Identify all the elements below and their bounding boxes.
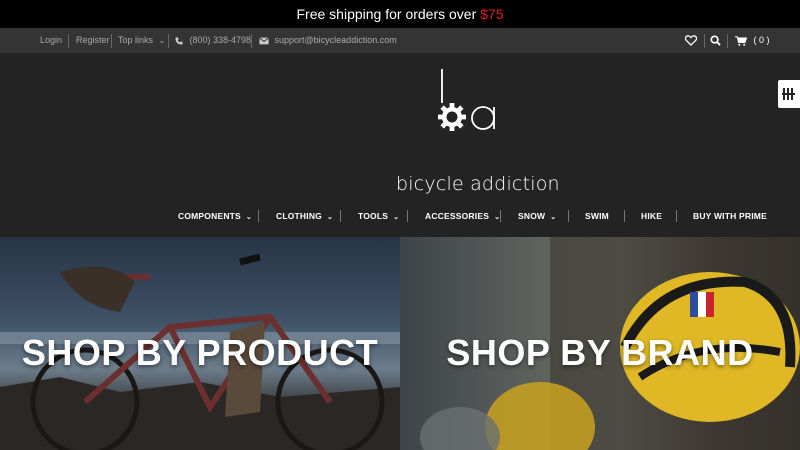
nav-label: HIKE	[641, 211, 663, 221]
chevron-down-icon: ⌄	[550, 214, 557, 221]
nav-label: TOOLS	[358, 211, 389, 221]
divider	[68, 34, 69, 48]
barcode-icon	[782, 88, 795, 100]
nav-label: CLOTHING	[276, 211, 322, 221]
phone-icon	[175, 37, 183, 45]
nav-label: BUY WITH PRIME	[693, 211, 767, 221]
chevron-down-icon: ⌄	[158, 36, 166, 45]
top-links-label: Top links	[118, 35, 154, 45]
nav-item-swim[interactable]: SWIM	[585, 205, 609, 227]
email-link[interactable]: support@bicycleaddiction.com	[259, 28, 397, 53]
main-nav: COMPONENTS ⌄ CLOTHING ⌄ TOOLS ⌄ ACCESSORIES…	[0, 205, 800, 227]
nav-divider	[624, 210, 625, 222]
phone-link[interactable]: (800) 338-4798	[175, 28, 251, 53]
divider	[168, 34, 169, 48]
heart-icon	[684, 35, 698, 47]
shop-by-brand-banner[interactable]: SHOP BY BRAND	[400, 237, 800, 450]
nav-divider	[258, 210, 259, 222]
nav-divider	[340, 210, 341, 222]
shop-by-brand-title[interactable]: SHOP BY BRAND	[400, 332, 800, 374]
nav-item-components[interactable]: COMPONENTS ⌄	[178, 205, 252, 227]
top-links-dropdown[interactable]: Top links ⌄	[118, 28, 165, 53]
cart-count: ( 0 )	[753, 35, 770, 45]
nav-divider	[407, 210, 408, 222]
nav-item-snow[interactable]: SNOW ⌄	[518, 205, 556, 227]
promo-text: Free shipping for orders over	[296, 6, 481, 22]
promo-price: $75	[480, 6, 504, 22]
chevron-down-icon: ⌄	[326, 214, 334, 221]
nav-item-accessories[interactable]: ACCESSORIES ⌄	[425, 205, 500, 227]
divider	[727, 34, 728, 48]
email-address: support@bicycleaddiction.com	[274, 35, 397, 45]
shop-by-product-title[interactable]: SHOP BY PRODUCT	[0, 332, 400, 374]
search-button[interactable]	[710, 28, 721, 53]
nav-divider	[500, 210, 501, 222]
divider	[704, 34, 705, 48]
utility-bar: Login Register Top links ⌄ (800) 338-479…	[0, 28, 800, 53]
nav-divider	[676, 210, 677, 222]
chevron-down-icon: ⌄	[393, 214, 400, 221]
nav-item-hike[interactable]: HIKE	[641, 205, 662, 227]
nav-label: SWIM	[585, 211, 609, 221]
nav-item-tools[interactable]: TOOLS ⌄	[358, 205, 399, 227]
cart-button[interactable]: ( 0 )	[735, 28, 770, 53]
login-link[interactable]: Login	[40, 28, 62, 53]
chevron-down-icon: ⌄	[245, 214, 252, 221]
divider	[251, 34, 252, 48]
register-link[interactable]: Register	[76, 28, 110, 53]
phone-number: (800) 338-4798	[189, 35, 252, 45]
nav-label: SNOW	[518, 211, 546, 221]
nav-divider	[568, 210, 569, 222]
envelope-icon	[259, 37, 269, 44]
cart-icon	[735, 35, 748, 46]
divider	[111, 34, 112, 48]
side-widget-button[interactable]	[778, 80, 800, 108]
search-icon	[710, 35, 721, 46]
promo-bar: Free shipping for orders over $75	[0, 0, 800, 28]
nav-item-buy-with-prime[interactable]: BUY WITH PRIME	[693, 205, 767, 227]
nav-label: COMPONENTS	[178, 211, 241, 221]
wishlist-button[interactable]	[684, 28, 698, 53]
nav-item-clothing[interactable]: CLOTHING ⌄	[276, 205, 333, 227]
nav-label: ACCESSORIES	[425, 211, 490, 221]
brand-wordmark[interactable]: bicycle addiction	[396, 173, 560, 195]
shop-by-product-banner[interactable]: SHOP BY PRODUCT	[0, 237, 400, 450]
bicycle-addiction-logo[interactable]	[390, 67, 550, 147]
